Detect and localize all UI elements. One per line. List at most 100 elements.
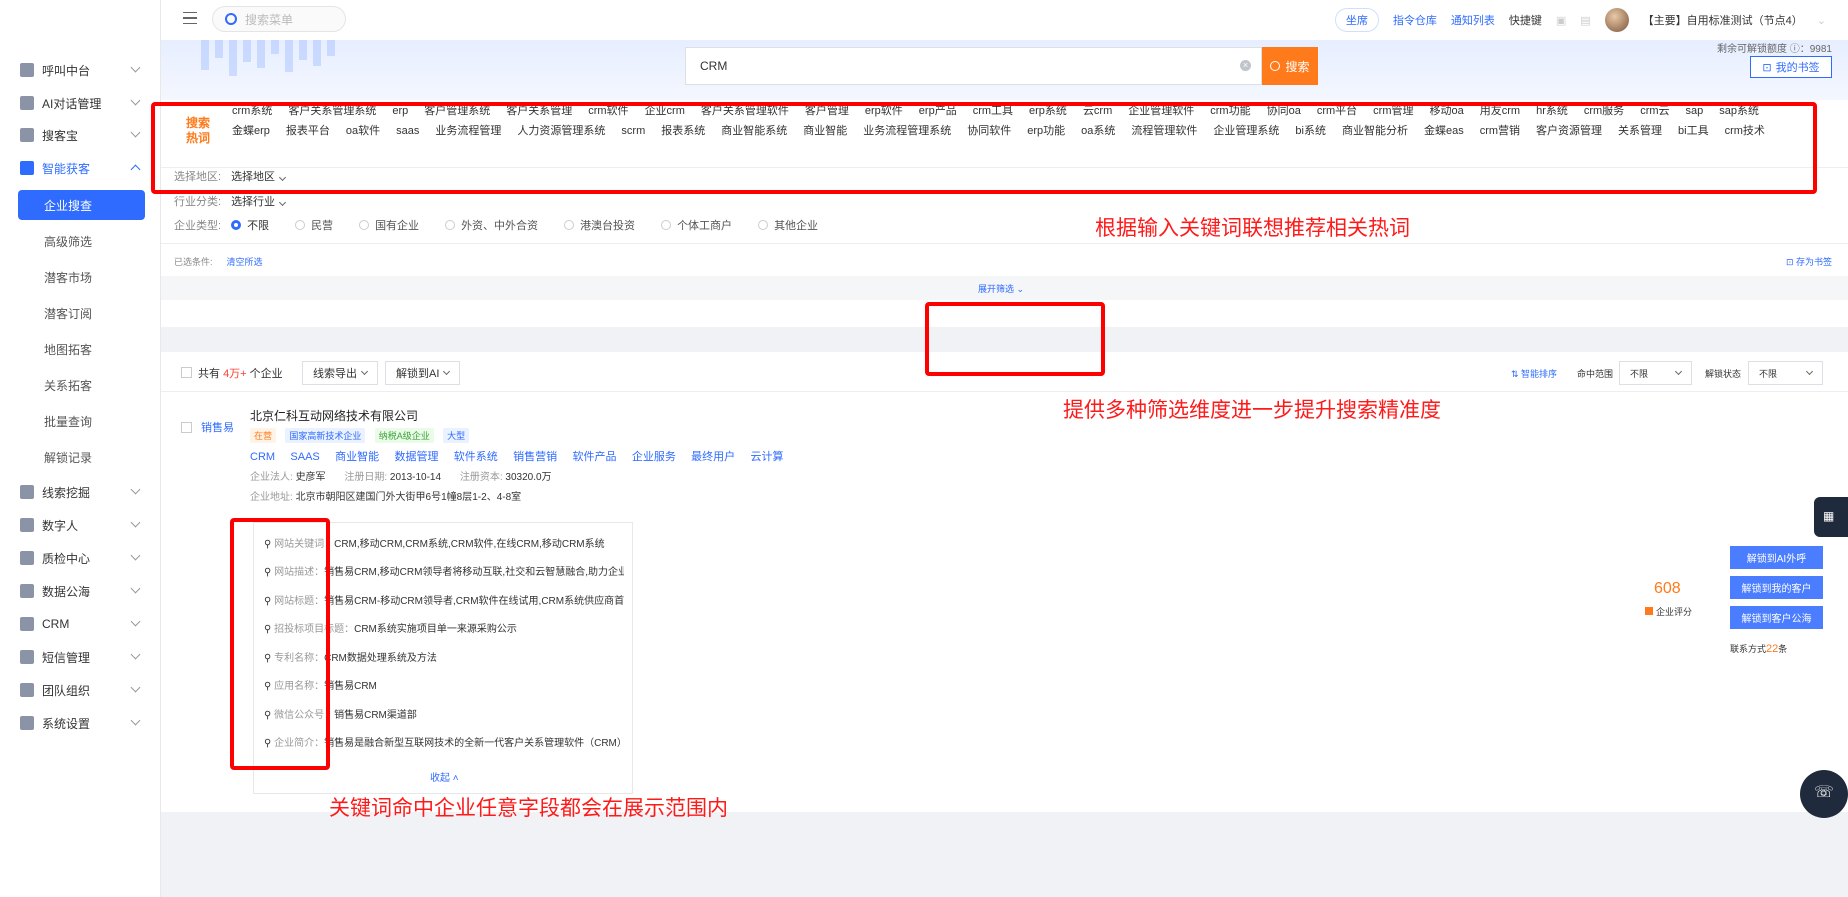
unlock-ai-dropdown[interactable]: 解锁到AI — [385, 361, 461, 385]
type-radio-private[interactable]: 民营 — [295, 217, 333, 233]
keyword-tag[interactable]: 云计算 — [751, 451, 784, 463]
type-radio-hk-mo-tw[interactable]: 港澳台投资 — [564, 217, 635, 233]
user-menu[interactable]: 【主要】自用标准测试（节点4） — [1643, 12, 1803, 28]
sidebar-item-lead-mining[interactable]: 线索挖掘 — [0, 476, 161, 508]
radio-label: 国有企业 — [375, 220, 420, 232]
sidebar: 呼叫中台 AI对话管理 搜客宝 智能获客 企业搜查 高级筛选 潜客市场 潜客订阅… — [0, 0, 161, 897]
menu-search-input[interactable]: 搜索菜单 — [212, 6, 346, 32]
legal-value: 史彦军 — [295, 472, 326, 483]
keyword-tag[interactable]: SAAS — [290, 451, 319, 463]
keyword-tag[interactable]: 软件产品 — [572, 451, 616, 463]
contact-icon — [20, 617, 34, 631]
sidebar-item-team[interactable]: 团队组织 — [0, 674, 161, 706]
sidebar-item-call-center[interactable]: 呼叫中台 — [0, 54, 161, 86]
tax-badge: 纳税A级企业 — [374, 428, 434, 443]
sidebar-item-label: 系统设置 — [42, 716, 91, 731]
radio-icon — [758, 220, 769, 230]
selected-conditions: 已选条件: 清空所选 — [174, 255, 263, 268]
company-tags: 在营 国家高新技术企业 纳税A级企业 大型 — [250, 428, 475, 443]
collapse-button[interactable]: 收起 ˄ — [430, 769, 459, 784]
sidebar-item-ai-dialog[interactable]: AI对话管理 — [0, 87, 161, 119]
keyword-tag[interactable]: 商业智能 — [335, 451, 379, 463]
sidebar-subitem-batch-query[interactable]: 批量查询 — [18, 406, 145, 436]
sidebar-item-crm[interactable]: CRM — [0, 608, 161, 640]
sidebar-subitem-company-search[interactable]: 企业搜查 — [18, 190, 145, 220]
search-button[interactable]: 搜索 — [1262, 47, 1318, 85]
sidebar-item-digital-human[interactable]: 数字人 — [0, 509, 161, 541]
annotation-fields: 关键词命中企业任意字段都会在展示范围内 — [329, 797, 728, 820]
company-name[interactable]: 北京仁科互动网络技术有限公司 — [250, 407, 418, 424]
company-keywords: CRM SAAS 商业智能 数据管理 软件系统 销售营销 软件产品 企业服务 最… — [250, 448, 796, 464]
type-radio-any[interactable]: 不限 — [231, 217, 269, 233]
topbar-actions: 坐席 指令仓库 通知列表 快捷键 ▣ ▤ 【主要】自用标准测试（节点4） ⌄ — [1334, 0, 1826, 40]
sidebar-item-settings[interactable]: 系统设置 — [0, 707, 161, 739]
radio-icon — [231, 220, 242, 230]
hit-range-select[interactable]: 不限 — [1619, 361, 1692, 385]
type-radio-individual[interactable]: 个体工商户 — [661, 217, 732, 233]
sidebar-subitem-prospect-market[interactable]: 潜客市场 — [18, 262, 145, 292]
sidebar-subitem-map-prospect[interactable]: 地图拓客 — [18, 334, 145, 364]
company-checkbox[interactable] — [181, 422, 192, 433]
chevron-down-icon[interactable]: ⌄ — [1817, 14, 1826, 27]
search-icon — [225, 13, 237, 25]
menu-toggle-icon[interactable] — [183, 12, 197, 24]
unlock-status-select[interactable]: 不限 — [1748, 361, 1823, 385]
company-search-input[interactable]: CRM × — [685, 47, 1262, 85]
search-banner: CRM × 搜索 剩余可解锁额度 ⓘ：9981 ⊡ 我的书签 — [161, 40, 1848, 100]
contact-number: 22 — [1766, 643, 1779, 655]
command-store-link[interactable]: 指令仓库 — [1393, 12, 1437, 28]
keyword-tag[interactable]: CRM — [250, 451, 275, 463]
keyword-tag[interactable]: 企业服务 — [632, 451, 676, 463]
my-tags-label: 我的书签 — [1775, 62, 1820, 74]
settings-icon — [20, 716, 34, 730]
type-radio-state[interactable]: 国有企业 — [359, 217, 419, 233]
radio-label: 港澳台投资 — [580, 220, 636, 232]
sidebar-item-qc-center[interactable]: 质检中心 — [0, 542, 161, 574]
sidebar-item-soukebao[interactable]: 搜客宝 — [0, 119, 161, 151]
sidebar-subitem-advanced-filter[interactable]: 高级筛选 — [18, 226, 145, 256]
chevron-down-icon — [130, 682, 141, 693]
keyword-tag[interactable]: 最终用户 — [691, 451, 735, 463]
sidebar-subitem-unlock-records[interactable]: 解锁记录 — [18, 442, 145, 472]
image-icon[interactable]: ▤ — [1580, 14, 1590, 27]
sidebar-item-label: 短信管理 — [42, 650, 91, 665]
field-value: CRM系统实施项目单一来源采购公示 — [354, 624, 517, 635]
sidebar-subitem-prospect-subscribe[interactable]: 潜客订阅 — [18, 298, 145, 328]
customer-service-float-button[interactable]: ☏ — [1800, 770, 1848, 818]
feedback-float-button[interactable]: ▦ — [1814, 497, 1848, 537]
type-radio-foreign[interactable]: 外资、中外合资 — [445, 217, 538, 233]
clear-selected-link[interactable]: 清空所选 — [227, 255, 263, 268]
shortcut-link[interactable]: 快捷键 — [1509, 12, 1542, 28]
sidebar-item-data-pool[interactable]: 数据公海 — [0, 575, 161, 607]
type-radio-other[interactable]: 其他企业 — [758, 217, 818, 233]
unlock-my-customers-button[interactable]: 解锁到我的客户 — [1730, 576, 1823, 599]
unlock-ai-call-button[interactable]: 解锁到AI外呼 — [1730, 546, 1823, 569]
keyword-tag[interactable]: 软件系统 — [454, 451, 498, 463]
industry-select[interactable]: 选择行业 — [231, 193, 287, 209]
export-dropdown[interactable]: 线索导出 — [302, 361, 378, 385]
select-all-checkbox[interactable] — [181, 367, 192, 378]
lead-icon — [20, 485, 34, 499]
keyword-tag[interactable]: 销售营销 — [513, 451, 557, 463]
sidebar-subitem-relation-prospect[interactable]: 关系拓客 — [18, 370, 145, 400]
seat-button[interactable]: 坐席 — [1334, 8, 1379, 32]
chat-icon — [20, 96, 34, 110]
sidebar-item-smart-acquisition[interactable]: 智能获客 — [0, 152, 161, 184]
results-panel: 共有 4万+ 个企业 线索导出 解锁到AI ⇅ 智能排序 命中范围 不限 解锁状… — [161, 352, 1848, 812]
radio-icon — [359, 220, 370, 230]
keyword-tag[interactable]: 数据管理 — [394, 451, 438, 463]
smart-sort-button[interactable]: ⇅ 智能排序 — [1511, 367, 1557, 380]
annotation-box-fields — [230, 518, 330, 770]
save-tag-link[interactable]: ⊡ 存为书签 — [1786, 255, 1832, 268]
company-score-caption: 企业评分 — [1645, 605, 1692, 618]
notice-list-link[interactable]: 通知列表 — [1451, 12, 1495, 28]
clear-icon[interactable]: × — [1240, 60, 1251, 71]
unlock-public-pool-button[interactable]: 解锁到客户公海 — [1730, 606, 1823, 629]
sidebar-item-sms[interactable]: 短信管理 — [0, 641, 161, 673]
screen-icon[interactable]: ▣ — [1556, 14, 1566, 27]
field-value: 销售易CRM渠道部 — [334, 710, 417, 721]
my-tags-button[interactable]: ⊡ 我的书签 — [1750, 56, 1832, 78]
expand-filters-button[interactable]: 展开筛选 ⌄ — [978, 282, 1024, 295]
field-value: CRM数据处理系统及方法 — [324, 653, 437, 664]
avatar[interactable] — [1604, 8, 1629, 32]
